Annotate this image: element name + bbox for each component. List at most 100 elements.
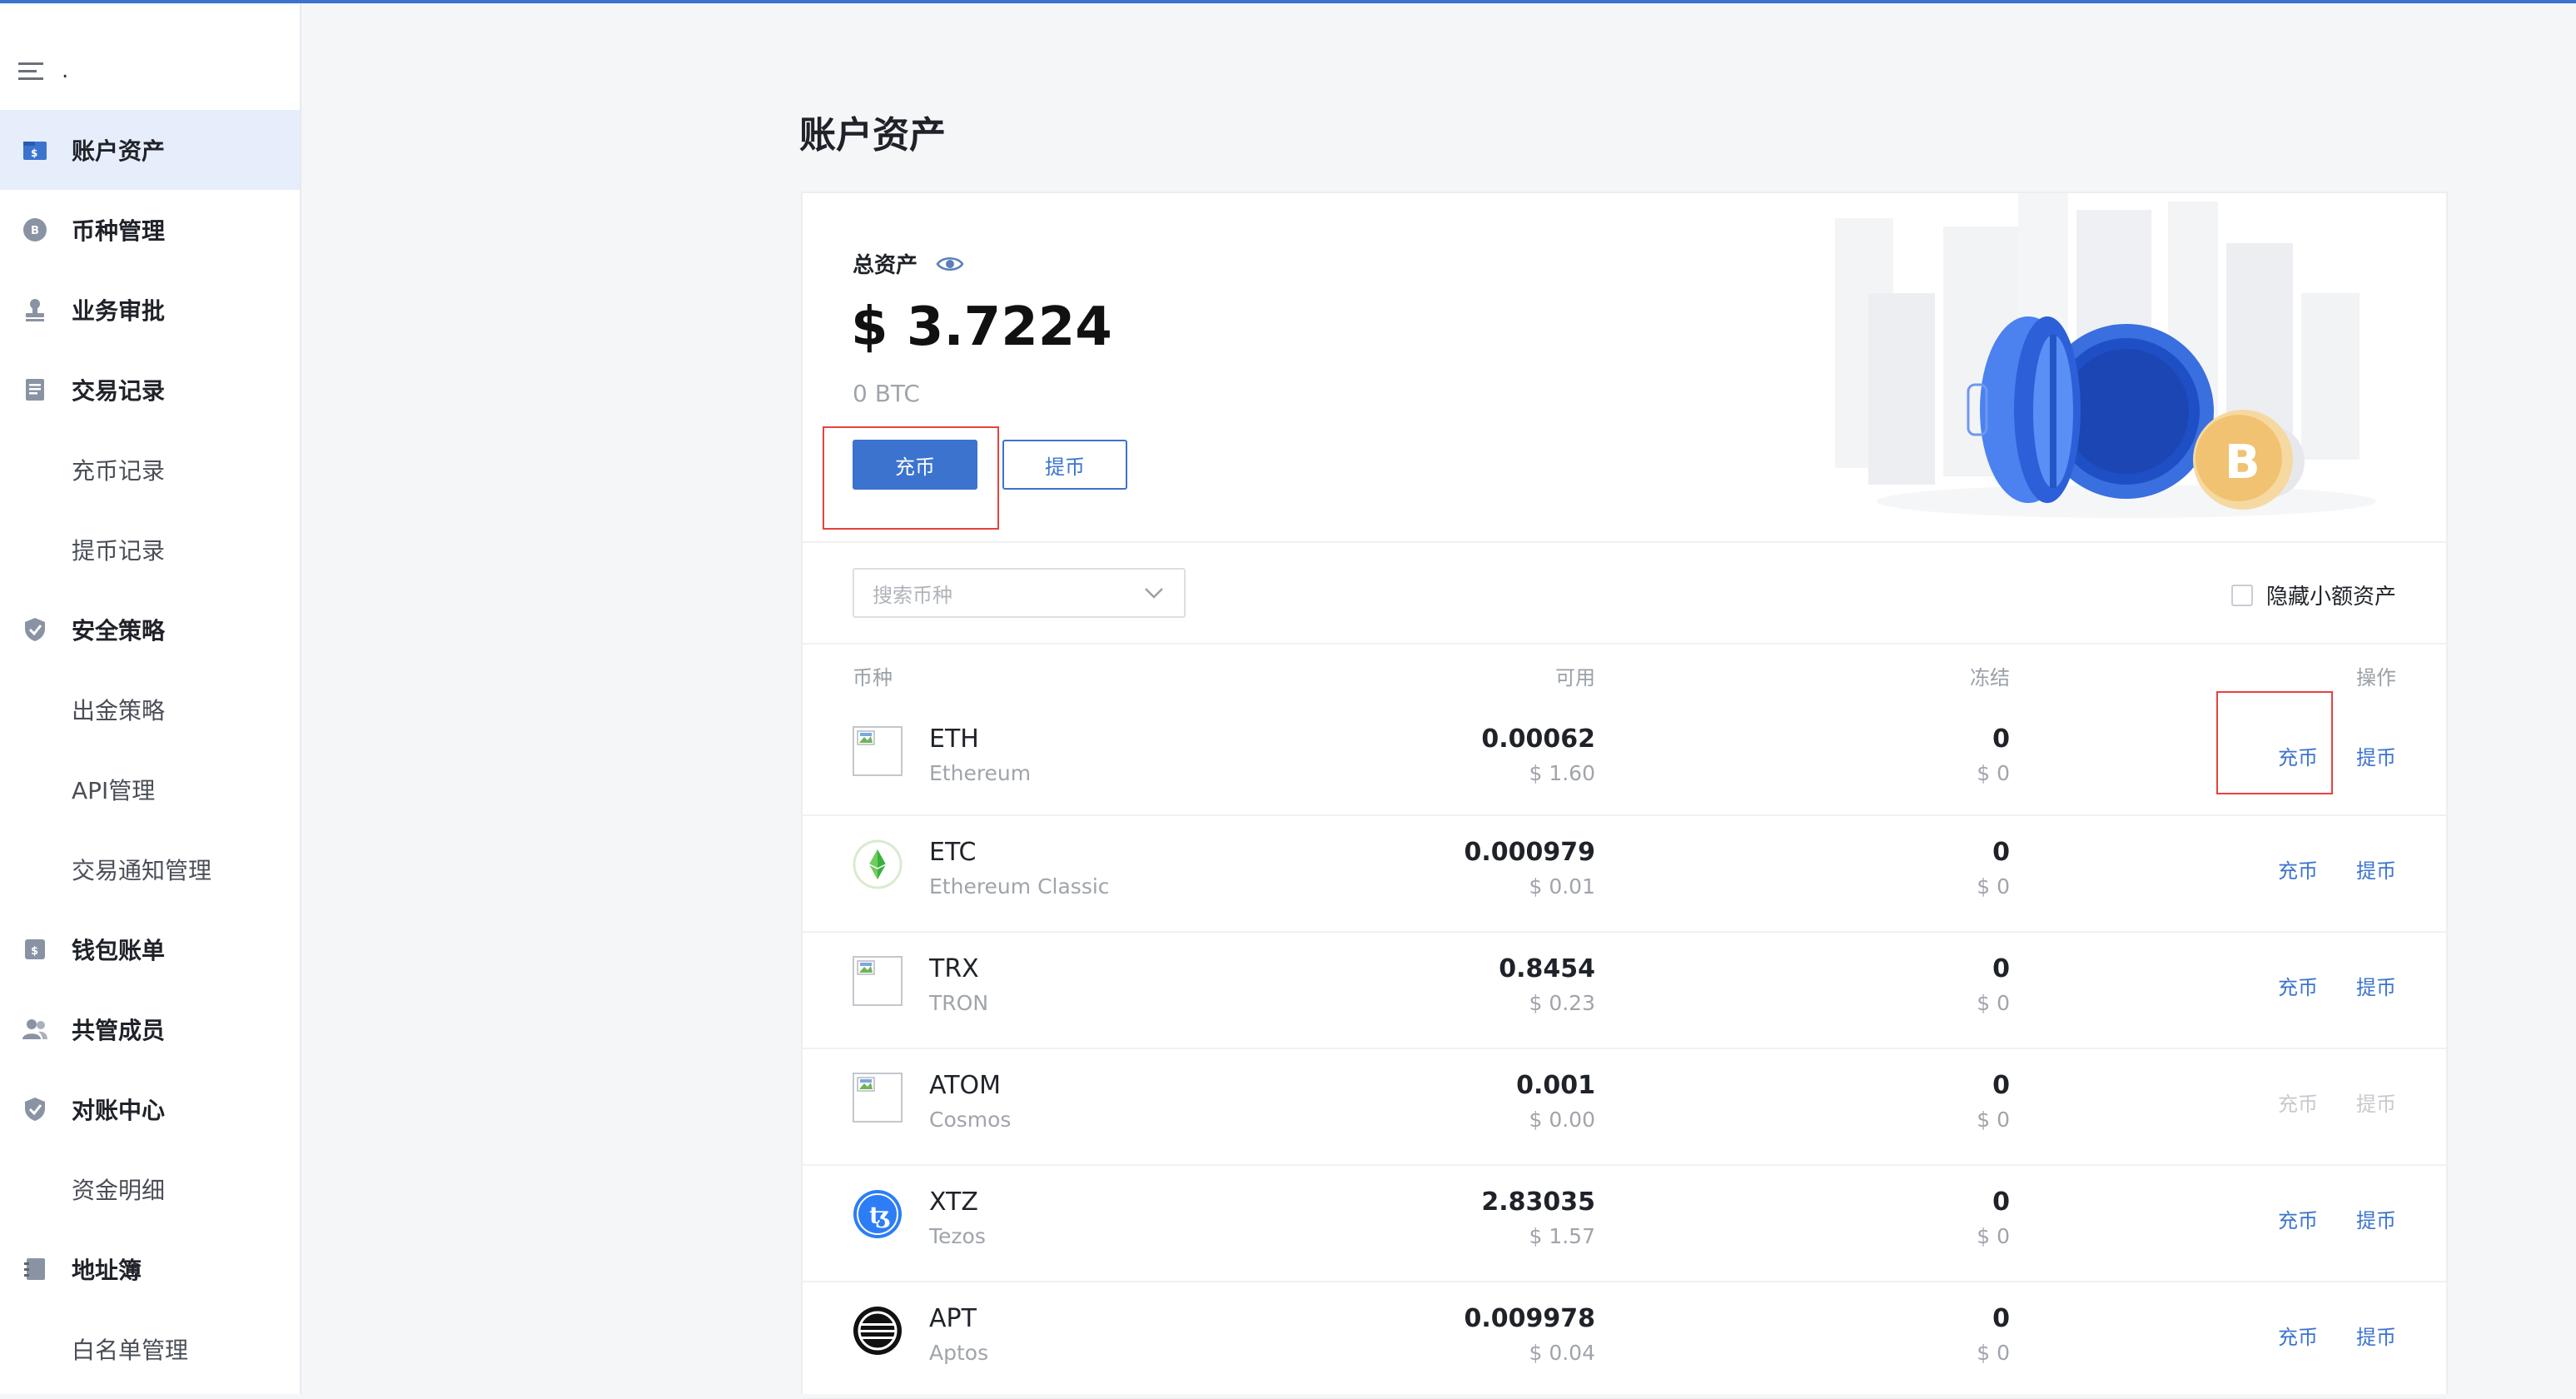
row-deposit-link[interactable]: 充币 bbox=[2278, 1088, 2318, 1117]
asset-row: ETC Ethereum Classic 0.000979 $ 0.01 0 $ 0 充币 提… bbox=[803, 816, 2446, 933]
sidebar-item-label: 安全策略 bbox=[72, 617, 166, 645]
asset-row: APT Aptos 0.009978 $ 0.04 0 $ 0 充币 提币 bbox=[803, 1282, 2446, 1399]
address-book-icon bbox=[20, 1254, 50, 1284]
coin-name: Ethereum Classic bbox=[929, 874, 1110, 899]
sidebar: . $ 账户资产 B 币种管理业务审批交易记录充币记录提币记录安全策略出金策略 API管… bbox=[0, 3, 301, 1394]
row-withdraw-link[interactable]: 提币 bbox=[2356, 1204, 2396, 1233]
sidebar-item-9[interactable]: 交易通知管理 bbox=[0, 829, 300, 909]
frozen-amount: 0 bbox=[1992, 1304, 2010, 1333]
available-usd: $ 0.04 bbox=[1529, 1341, 1595, 1365]
available-amount: 0.8454 bbox=[1499, 954, 1595, 983]
etc-logo-icon bbox=[853, 839, 903, 889]
menu-toggle-button[interactable] bbox=[18, 55, 68, 88]
sidebar-item-14[interactable]: 地址簿 bbox=[0, 1229, 300, 1309]
hide-small-assets-toggle[interactable]: 隐藏小额资产 bbox=[2230, 580, 2396, 610]
row-withdraw-link[interactable]: 提币 bbox=[2356, 971, 2396, 1000]
sidebar-nav: $ 账户资产 B 币种管理业务审批交易记录充币记录提币记录安全策略出金策略 API管理交… bbox=[0, 110, 300, 1389]
frozen-usd: $ 0 bbox=[1977, 991, 2010, 1015]
frozen-amount: 0 bbox=[1992, 838, 2010, 867]
coin-symbol: APT bbox=[929, 1304, 977, 1333]
coin-name: Tezos bbox=[929, 1224, 986, 1248]
header-frozen: 冻结 bbox=[1970, 666, 2010, 690]
sidebar-item-label: 提币记录 bbox=[72, 537, 166, 565]
header-coin: 币种 bbox=[853, 666, 893, 690]
deposit-button[interactable]: 充币 bbox=[853, 440, 977, 490]
sidebar-item-0[interactable]: $ 账户资产 bbox=[0, 110, 300, 190]
coin-symbol: ETH bbox=[929, 724, 979, 754]
row-withdraw-link[interactable]: 提币 bbox=[2356, 854, 2396, 884]
header-action: 操作 bbox=[2356, 666, 2396, 690]
sidebar-item-label: 业务审批 bbox=[72, 297, 166, 325]
row-withdraw-link[interactable]: 提币 bbox=[2356, 741, 2396, 770]
sidebar-item-label: 账户资产 bbox=[72, 137, 166, 165]
row-deposit-link[interactable]: 充币 bbox=[2278, 1321, 2318, 1350]
bill-icon: $ bbox=[20, 934, 50, 964]
asset-row: TRX TRON 0.8454 $ 0.23 0 $ 0 充币 提币 bbox=[803, 933, 2446, 1049]
available-usd: $ 1.57 bbox=[1529, 1224, 1595, 1248]
asset-summary: 总资产 $ 3.7224 0 BTC 充币 提币 B bbox=[803, 193, 2446, 543]
sidebar-item-2[interactable]: 业务审批 bbox=[0, 270, 300, 350]
document-icon bbox=[20, 375, 50, 405]
hide-small-assets-checkbox[interactable] bbox=[2230, 584, 2253, 606]
coins-illustration: B bbox=[1835, 193, 2376, 518]
menu-dot: . bbox=[62, 58, 69, 83]
sidebar-item-label: 地址簿 bbox=[72, 1257, 142, 1284]
available-amount: 2.83035 bbox=[1481, 1187, 1595, 1217]
row-withdraw-link[interactable]: 提币 bbox=[2356, 1321, 2396, 1350]
sidebar-item-10[interactable]: $ 钱包账单 bbox=[0, 909, 300, 989]
sidebar-item-label: 交易记录 bbox=[72, 377, 166, 405]
sidebar-item-12[interactable]: 对账中心 bbox=[0, 1069, 300, 1149]
total-assets-label-row: 总资产 bbox=[853, 248, 964, 279]
coin-symbol: ETC bbox=[929, 838, 977, 867]
frozen-usd: $ 0 bbox=[1977, 761, 2010, 785]
frozen-usd: $ 0 bbox=[1977, 874, 2010, 899]
asset-row: ATOM Cosmos 0.001 $ 0.00 0 $ 0 充币 提币 bbox=[803, 1049, 2446, 1166]
frozen-usd: $ 0 bbox=[1977, 1224, 2010, 1248]
row-withdraw-link[interactable]: 提币 bbox=[2356, 1088, 2396, 1117]
frozen-usd: $ 0 bbox=[1977, 1341, 2010, 1365]
sidebar-item-5[interactable]: 提币记录 bbox=[0, 510, 300, 590]
frozen-amount: 0 bbox=[1992, 724, 2010, 754]
sidebar-item-13[interactable]: 资金明细 bbox=[0, 1149, 300, 1229]
table-header: 币种 可用 冻结 操作 bbox=[803, 645, 2446, 703]
page-title: 账户资产 bbox=[799, 114, 946, 157]
row-deposit-link[interactable]: 充币 bbox=[2278, 1204, 2318, 1233]
frozen-usd: $ 0 bbox=[1977, 1108, 2010, 1132]
wallet-dollar-icon: $ bbox=[20, 135, 50, 165]
sidebar-item-15[interactable]: 白名单管理 bbox=[0, 1309, 300, 1389]
sidebar-item-6[interactable]: 安全策略 bbox=[0, 590, 300, 670]
aptos-logo-icon bbox=[853, 1306, 903, 1356]
row-deposit-link[interactable]: 充币 bbox=[2278, 741, 2318, 770]
sidebar-item-1[interactable]: B 币种管理 bbox=[0, 190, 300, 270]
coin-name: Aptos bbox=[929, 1341, 989, 1365]
available-amount: 0.00062 bbox=[1481, 724, 1595, 754]
assets-card: 总资产 $ 3.7224 0 BTC 充币 提币 B 搜索币种 隐藏小额资产 币… bbox=[801, 192, 2448, 1399]
sidebar-item-7[interactable]: 出金策略 bbox=[0, 670, 300, 749]
coin-search-select[interactable]: 搜索币种 bbox=[853, 568, 1186, 618]
shield-check-icon bbox=[20, 615, 50, 645]
sidebar-item-3[interactable]: 交易记录 bbox=[0, 350, 300, 430]
sidebar-item-label: 白名单管理 bbox=[72, 1337, 189, 1364]
eye-icon[interactable] bbox=[936, 255, 964, 273]
coin-name: Cosmos bbox=[929, 1108, 1012, 1132]
svg-text:B: B bbox=[2225, 436, 2260, 490]
sidebar-item-4[interactable]: 充币记录 bbox=[0, 430, 300, 510]
frozen-amount: 0 bbox=[1992, 954, 2010, 983]
broken-image-icon bbox=[853, 726, 903, 776]
row-deposit-link[interactable]: 充币 bbox=[2278, 971, 2318, 1000]
available-amount: 0.001 bbox=[1516, 1071, 1595, 1100]
sidebar-item-11[interactable]: 共管成员 bbox=[0, 989, 300, 1069]
sidebar-item-label: 资金明细 bbox=[72, 1177, 166, 1204]
svg-text:ꜩ: ꜩ bbox=[869, 1202, 890, 1229]
withdraw-button[interactable]: 提币 bbox=[1002, 440, 1127, 490]
total-assets-value: $ 3.7224 bbox=[851, 296, 1112, 358]
coin-symbol: XTZ bbox=[929, 1187, 978, 1217]
total-assets-btc: 0 BTC bbox=[853, 380, 920, 407]
top-accent-bar bbox=[0, 0, 2576, 3]
row-deposit-link[interactable]: 充币 bbox=[2278, 854, 2318, 884]
sidebar-item-8[interactable]: API管理 bbox=[0, 749, 300, 829]
total-assets-label: 总资产 bbox=[853, 253, 918, 278]
sidebar-item-label: API管理 bbox=[72, 777, 156, 804]
menu-icon bbox=[18, 62, 43, 80]
coin-search-placeholder: 搜索币种 bbox=[873, 583, 952, 607]
